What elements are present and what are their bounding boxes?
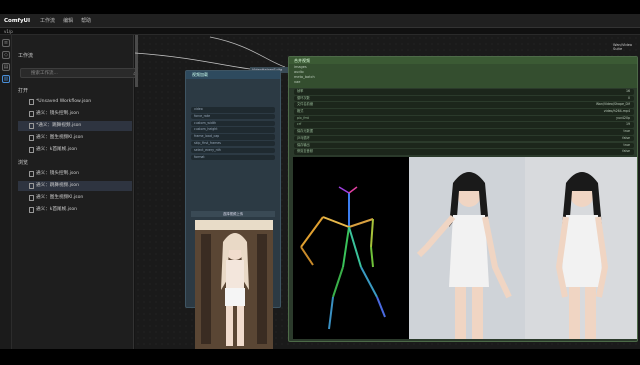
widget-video[interactable]: video	[191, 107, 275, 113]
video-combine-node[interactable]: 合并视频 images audio meta_batch vae 帧率 16 循环…	[288, 56, 638, 342]
load-video-node-title[interactable]: 视频加载	[186, 71, 280, 79]
widget-save-output[interactable]: 保存输出 true	[294, 142, 634, 148]
open-section-title: 打开	[18, 88, 29, 94]
video-combine-node-title[interactable]: 合并视频	[289, 57, 637, 64]
file-icon	[29, 183, 34, 189]
generated-frame-image	[409, 157, 525, 339]
workflows-icon[interactable]: ▥	[2, 75, 10, 83]
browse-workflow-item-active[interactable]: 通义：跳舞视频.json	[18, 181, 132, 191]
widget-filename-prefix[interactable]: 文件名前缀 Wan/Video/Shape_Dif	[294, 102, 634, 108]
widget-frame-rate[interactable]: 帧率 16	[294, 89, 634, 95]
file-icon	[29, 111, 34, 117]
widget-pingpong[interactable]: 乒乓循环 false	[294, 135, 634, 142]
bottom-letterbox	[0, 349, 640, 365]
queue-icon[interactable]: ≡	[2, 39, 10, 47]
widget-skip-first-frames[interactable]: skip_first_frames	[191, 140, 275, 147]
panel-scrollbar[interactable]	[135, 35, 138, 87]
widget-custom-height[interactable]: custom_height	[191, 127, 275, 133]
file-icon	[29, 195, 34, 201]
video-preview-image	[195, 220, 273, 349]
input-vae[interactable]: vae	[294, 80, 632, 85]
node-inputs: images audio meta_batch vae	[289, 64, 637, 88]
file-icon	[29, 135, 34, 141]
file-icon	[29, 99, 34, 105]
model-library-icon[interactable]: ▤	[2, 63, 10, 71]
widget-pix-fmt[interactable]: pix_fmt yuv420p	[294, 115, 634, 122]
widget-crf[interactable]: crf 19	[294, 122, 634, 128]
search-placeholder: 搜索工作流...	[31, 71, 58, 76]
load-video-node[interactable]: 视频加载 video force_rate custom_width custo…	[185, 70, 281, 349]
reference-image	[525, 157, 637, 339]
open-workflow-item[interactable]: 通义：图生视频Kl.json	[18, 133, 132, 143]
node-group-label: Wan/Video Suite	[613, 43, 633, 51]
widget-select-every-nth[interactable]: select_every_nth	[191, 147, 275, 154]
open-workflow-item-active[interactable]: *通义：跳舞视频.json	[18, 121, 132, 131]
node-library-icon[interactable]: ◇	[2, 51, 10, 59]
workflow-tab[interactable]: v1/p	[0, 28, 640, 35]
upload-video-button[interactable]: 选择视频上传	[191, 211, 275, 217]
file-icon	[29, 147, 34, 153]
browse-workflow-item[interactable]: 通义：k首尾帧.json	[18, 205, 132, 215]
browse-section-title: 浏览	[18, 160, 29, 166]
file-icon	[29, 207, 34, 213]
workflow-search-input[interactable]: 搜索工作流... ⌕	[20, 68, 140, 78]
widget-loop-count[interactable]: 循环次数 0	[294, 95, 634, 102]
app-screen: ComfyUI 工作流 编辑 帮助 v1/p ≡ ◇ ▤ ▥ 工作流 搜索工作流…	[0, 14, 640, 349]
workflows-panel: 工作流 搜索工作流... ⌕ 打开 *Unsaved Workflow.json…	[12, 35, 140, 349]
browse-workflow-item[interactable]: 通义：镜头控制.json	[18, 169, 132, 179]
open-workflow-item[interactable]: 通义：镜头控制.json	[18, 109, 132, 119]
file-icon	[29, 123, 34, 129]
top-menu-bar: ComfyUI 工作流 编辑 帮助	[0, 14, 640, 28]
menu-edit[interactable]: 编辑	[63, 17, 73, 24]
widget-format[interactable]: 格式 video/h264-mp4	[294, 109, 634, 115]
widget-frame-load-cap[interactable]: frame_load_cap	[191, 134, 275, 140]
output-preview	[293, 157, 637, 339]
pose-skeleton-image	[293, 157, 409, 339]
menu-workflow[interactable]: 工作流	[40, 17, 55, 24]
side-rail: ≡ ◇ ▤ ▥	[0, 35, 12, 349]
widget-custom-width[interactable]: custom_width	[191, 120, 275, 127]
menu-help[interactable]: 帮助	[81, 17, 91, 24]
open-workflow-item[interactable]: 通义：k首尾帧.json	[18, 145, 132, 155]
browse-workflow-item[interactable]: 通义：图生视频Kl.json	[18, 193, 132, 203]
widget-force-rate[interactable]: force_rate	[191, 113, 275, 120]
widget-trim-to-audio[interactable]: 修剪至音频 false	[294, 149, 634, 155]
widget-save-metadata[interactable]: 保存元数据 true	[294, 129, 634, 135]
app-logo[interactable]: ComfyUI	[4, 18, 30, 24]
panel-title: 工作流	[18, 53, 34, 59]
file-icon	[29, 171, 34, 177]
widget-format[interactable]: format	[191, 154, 275, 161]
load-video-widgets: video force_rate custom_width custom_hei…	[191, 107, 275, 161]
video-combine-widgets: 帧率 16 循环次数 0 文件名前缀 Wan/Video/Shape_Dif 格式 vi…	[294, 89, 634, 156]
open-workflow-item[interactable]: *Unsaved Workflow.json	[18, 97, 132, 107]
